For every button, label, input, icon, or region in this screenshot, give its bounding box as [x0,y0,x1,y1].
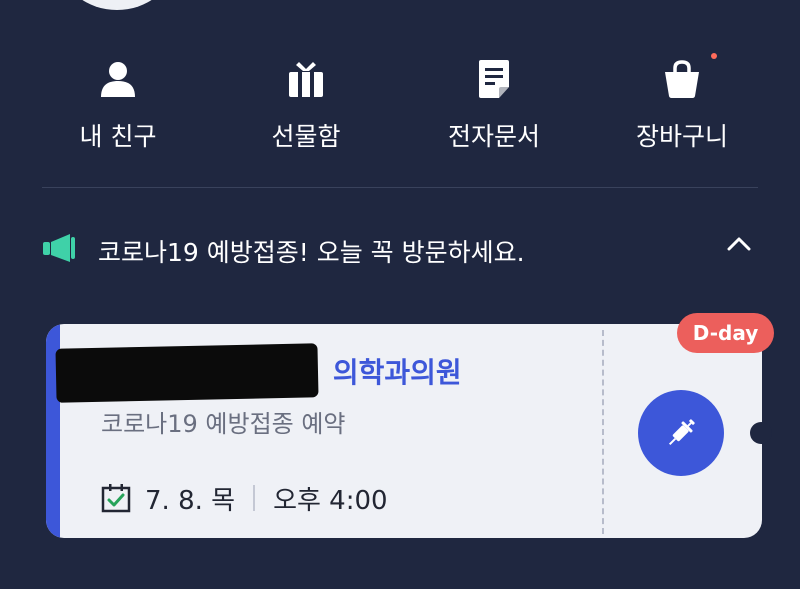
person-icon [101,62,135,97]
ticket-perforation [602,330,604,534]
megaphone-icon [43,234,75,262]
appointment-type: 코로나19 예방접종 예약 [101,410,346,438]
datetime-separator [253,485,256,511]
document-icon [479,60,509,98]
redaction-mark [55,343,319,403]
shortcut-my-friends[interactable]: 내 친구 [38,55,198,153]
gift-icon [289,62,323,97]
appointment-date: 7. 8. 목 [145,485,236,516]
notice-text: 코로나19 예방접종! 오늘 꼭 방문하세요. [98,238,525,267]
shortcut-label: 내 친구 [79,122,157,151]
chevron-up-icon[interactable] [726,235,752,251]
shortcut-gift-box[interactable]: 선물함 [226,55,386,153]
shortcut-e-documents[interactable]: 전자문서 [414,55,574,153]
vaccination-action-button[interactable] [638,390,724,476]
calendar-check-icon [101,484,131,513]
shortcut-label: 장바구니 [635,122,728,151]
vaccination-appointment-card[interactable]: 가나다라마바사아자의학과의원 코로나19 예방접종 예약 7. 8. 목 오후 … [46,324,762,538]
shortcut-label: 선물함 [271,122,341,151]
syringe-icon [668,419,695,446]
shortcut-shopping-cart[interactable]: 장바구니 [602,55,762,153]
notice-banner[interactable]: 코로나19 예방접종! 오늘 꼭 방문하세요. [42,225,758,275]
shortcut-bar: 내 친구 선물함 전자문서 장바구니 [0,53,800,165]
section-divider [42,187,758,188]
appointment-datetime: 7. 8. 목 오후 4:00 [101,478,388,518]
ticket-notch [750,422,772,444]
appointment-time: 오후 4:00 [273,485,388,516]
profile-avatar[interactable] [62,0,172,10]
d-day-badge: D-day [677,313,774,353]
new-badge-dot [711,53,717,59]
shortcut-label: 전자문서 [447,122,540,151]
shopping-bag-icon [665,60,699,98]
